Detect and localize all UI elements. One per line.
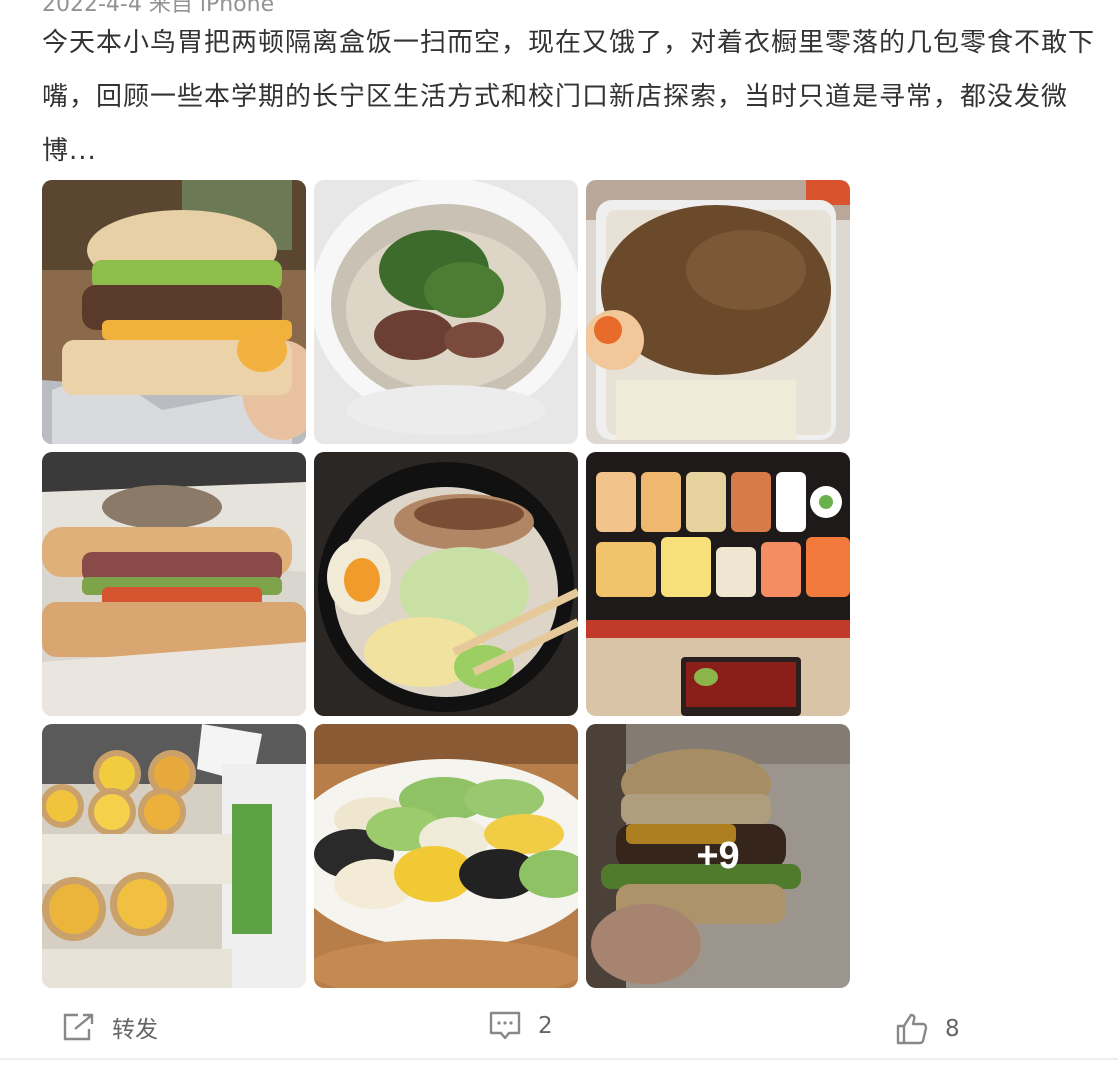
photo-burger-foil[interactable]: [42, 180, 306, 444]
photo-ramen[interactable]: [314, 452, 578, 716]
divider: [0, 1058, 1118, 1060]
egg-tart-image: [42, 724, 306, 988]
comment-count: 2: [538, 1013, 553, 1039]
photo-cheeseburger-more[interactable]: +9: [586, 724, 850, 988]
post-text: 今天本小鸟胃把两顿隔离盒饭一扫而空，现在又饿了，对着衣橱里零落的几包零食不敢下嘴…: [42, 28, 1096, 166]
beef-bowl-image: [586, 180, 850, 444]
share-button[interactable]: 转发: [62, 1010, 158, 1044]
photo-beef-rice[interactable]: [586, 180, 850, 444]
ramen-image: [314, 452, 578, 716]
soup-image: [314, 180, 578, 444]
action-bar: 转发 2 8: [0, 1000, 1118, 1060]
photo-noodle-soup[interactable]: [314, 180, 578, 444]
photo-egg-tarts[interactable]: [42, 724, 306, 988]
like-count: 8: [945, 1016, 960, 1042]
more-photos-overlay: +9: [586, 724, 850, 988]
burger-image: [42, 180, 306, 444]
comment-icon: [489, 1011, 521, 1040]
photo-dumplings[interactable]: [314, 724, 578, 988]
photo-sushi[interactable]: [586, 452, 850, 716]
share-label: 转发: [112, 1017, 158, 1043]
photo-burger-paper[interactable]: [42, 452, 306, 716]
share-icon: [63, 1013, 94, 1041]
like-button[interactable]: 8: [895, 1012, 960, 1046]
more-photos-count: +9: [696, 834, 740, 877]
sushi-image: [586, 452, 850, 716]
thumbs-up-icon: [896, 1013, 928, 1045]
burger-wrap-image: [42, 452, 306, 716]
image-grid: +9: [42, 180, 850, 988]
comment-button[interactable]: 2: [488, 1010, 553, 1042]
dumplings-image: [314, 724, 578, 988]
